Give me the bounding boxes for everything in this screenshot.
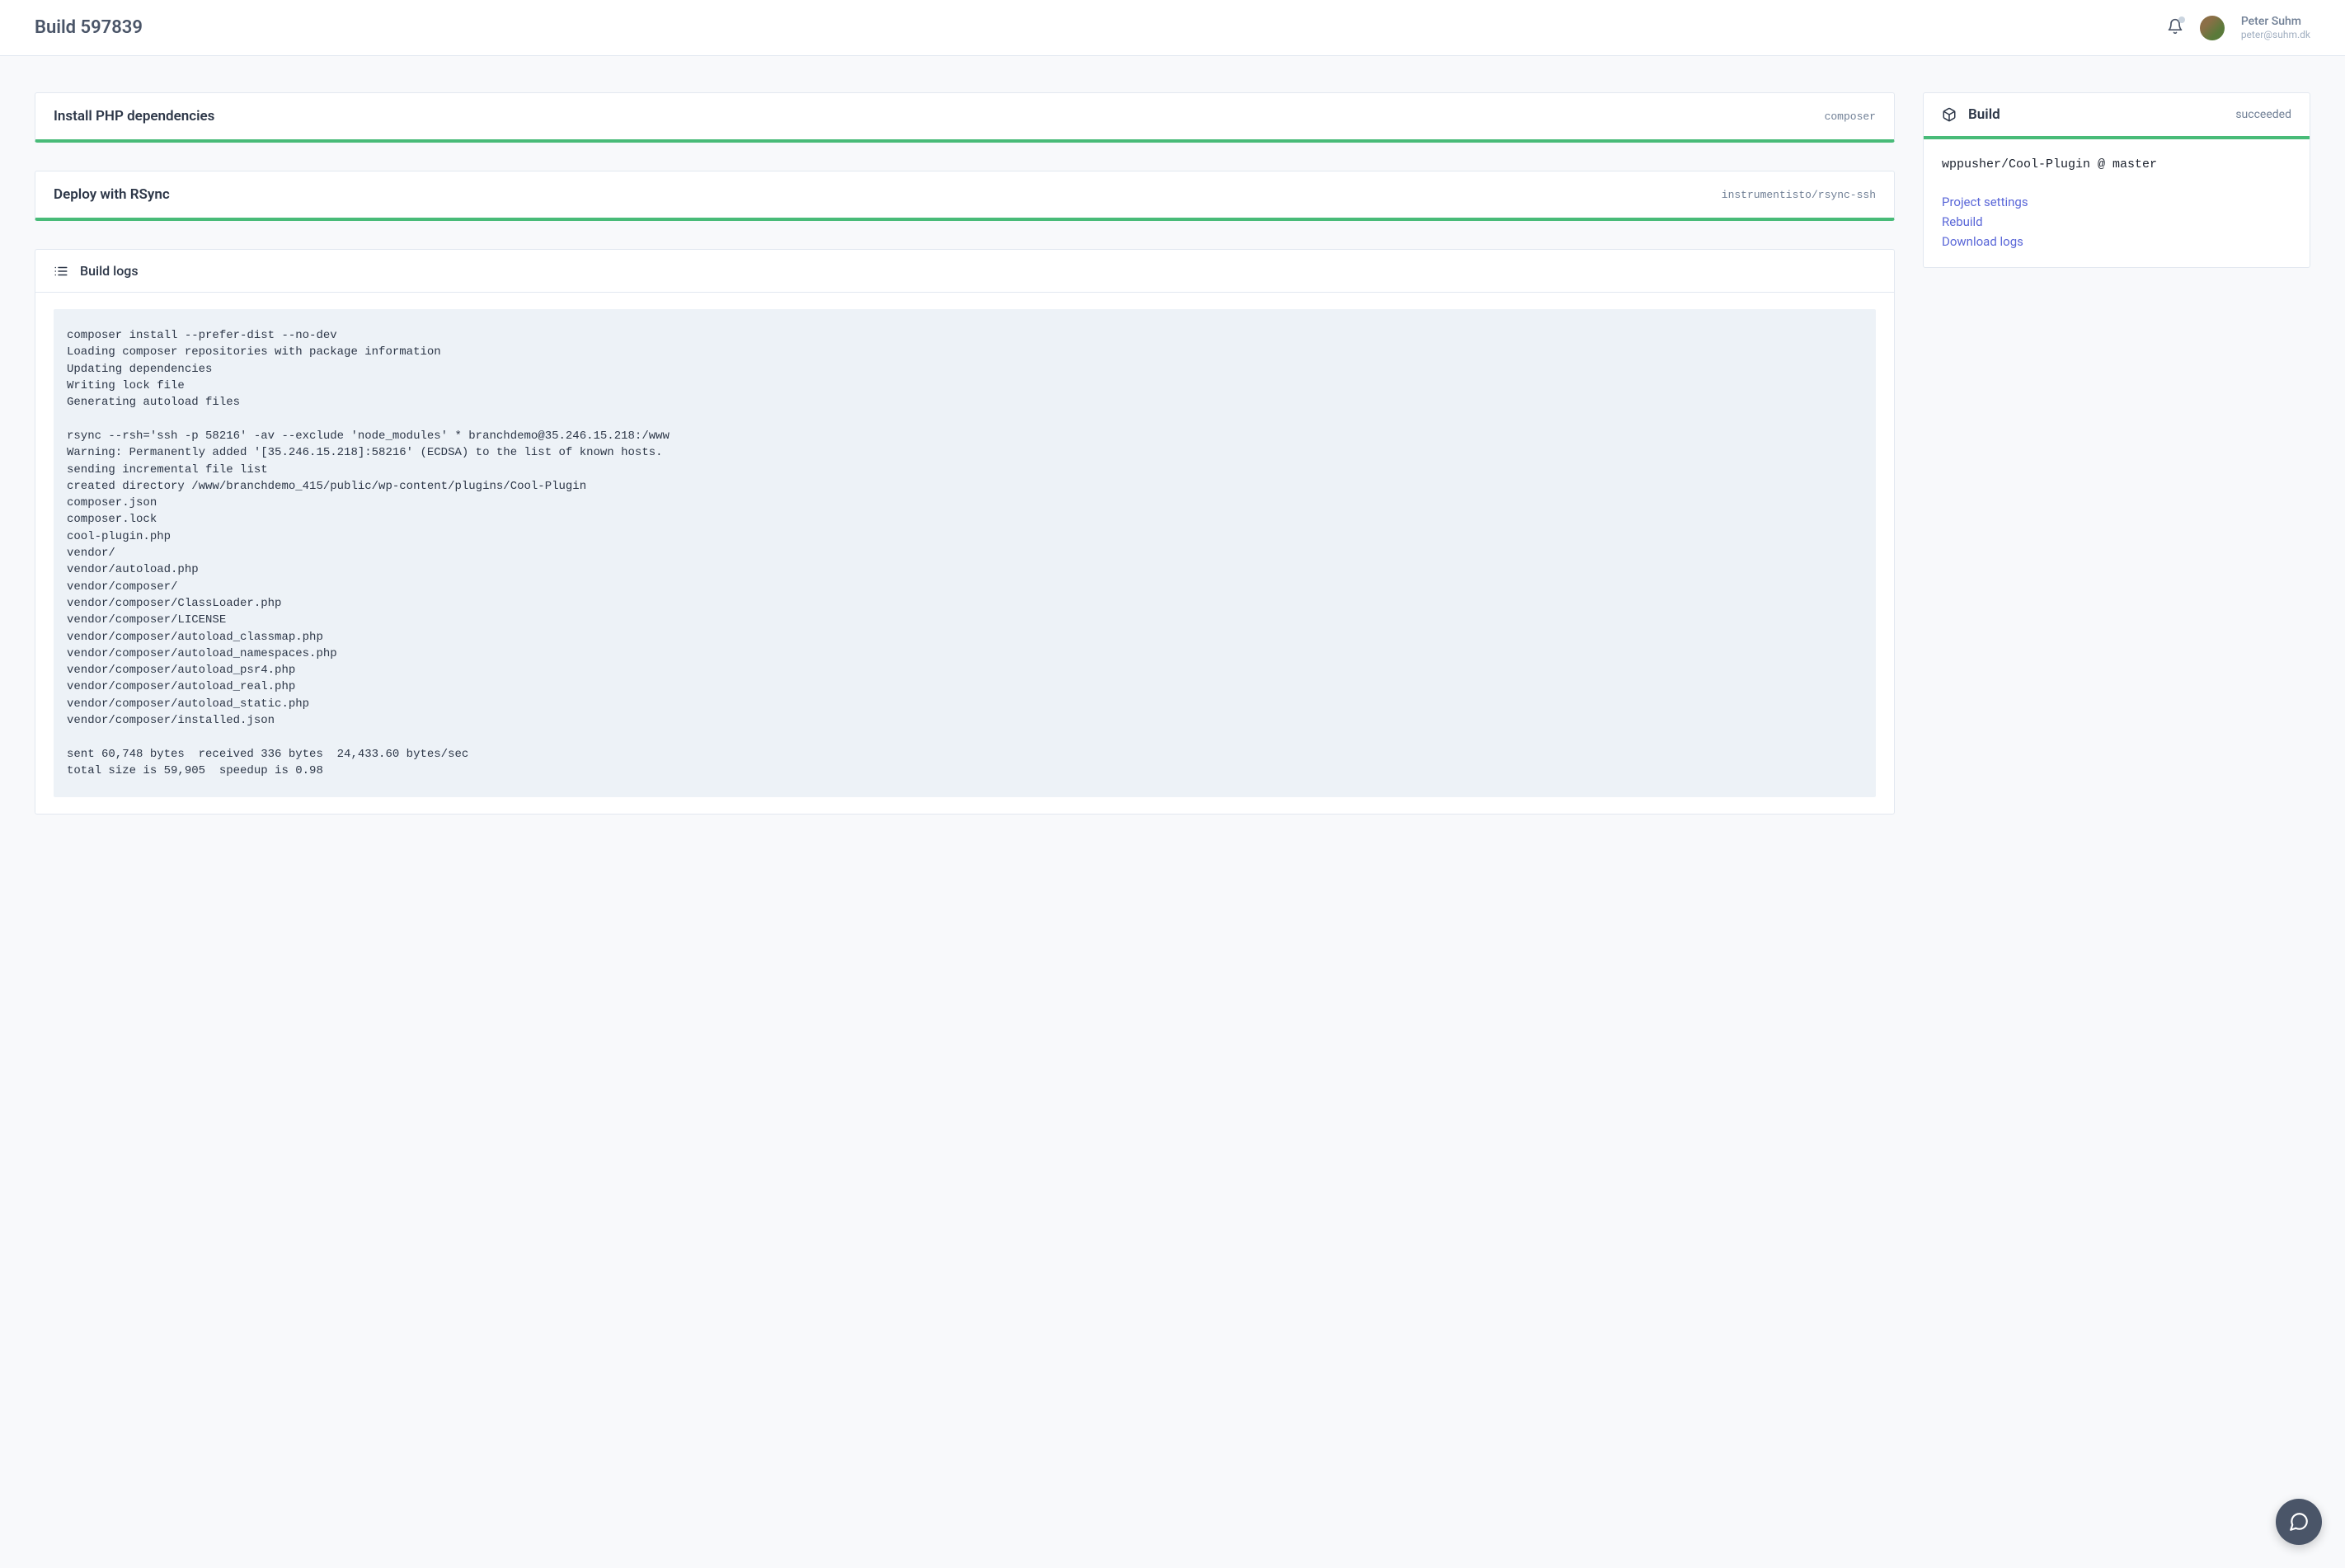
sidebar: Build succeeded wppusher/Cool-Plugin @ m… bbox=[1923, 92, 2310, 268]
build-summary-body: wppusher/Cool-Plugin @ master Project se… bbox=[1924, 139, 2310, 267]
page-title: Build 597839 bbox=[35, 17, 143, 38]
step-title: Install PHP dependencies bbox=[54, 108, 214, 124]
help-fab[interactable] bbox=[2276, 1499, 2322, 1545]
build-status: succeeded bbox=[2235, 108, 2291, 121]
build-panel-title: Build bbox=[1968, 106, 2000, 123]
link-project-settings[interactable]: Project settings bbox=[1942, 195, 2291, 209]
build-summary-header: Build succeeded bbox=[1924, 93, 2310, 139]
build-summary-card: Build succeeded wppusher/Cool-Plugin @ m… bbox=[1923, 92, 2310, 268]
build-links: Project settings Rebuild Download logs bbox=[1942, 195, 2291, 249]
link-rebuild[interactable]: Rebuild bbox=[1942, 214, 2291, 229]
app-header: Build 597839 Peter Suhm peter@suhm.dk bbox=[0, 0, 2345, 56]
step-badge: composer bbox=[1825, 110, 1876, 123]
step-header: Deploy with RSync instrumentisto/rsync-s… bbox=[35, 171, 1894, 218]
list-icon bbox=[54, 264, 68, 279]
log-output[interactable]: composer install --prefer-dist --no-dev … bbox=[54, 309, 1876, 797]
notifications-button[interactable] bbox=[2167, 18, 2183, 38]
avatar[interactable] bbox=[2200, 16, 2225, 40]
link-download-logs[interactable]: Download logs bbox=[1942, 234, 2291, 249]
logs-body: composer install --prefer-dist --no-dev … bbox=[35, 293, 1894, 814]
step-title: Deploy with RSync bbox=[54, 186, 170, 203]
chat-icon bbox=[2288, 1511, 2310, 1533]
step-card-deploy-rsync[interactable]: Deploy with RSync instrumentisto/rsync-s… bbox=[35, 171, 1895, 221]
step-badge: instrumentisto/rsync-ssh bbox=[1722, 189, 1876, 201]
user-info[interactable]: Peter Suhm peter@suhm.dk bbox=[2241, 15, 2310, 40]
step-header: Install PHP dependencies composer bbox=[35, 93, 1894, 139]
build-logs-card: Build logs composer install --prefer-dis… bbox=[35, 249, 1895, 815]
repo-line: wppusher/Cool-Plugin @ master bbox=[1942, 157, 2291, 171]
logs-header: Build logs bbox=[35, 250, 1894, 293]
cube-icon bbox=[1942, 107, 1957, 122]
user-name: Peter Suhm bbox=[2241, 15, 2310, 29]
user-email: peter@suhm.dk bbox=[2241, 29, 2310, 40]
notification-dot-icon bbox=[2178, 16, 2185, 23]
build-title-wrap: Build bbox=[1942, 106, 2000, 123]
logs-title: Build logs bbox=[80, 263, 139, 279]
header-user-area: Peter Suhm peter@suhm.dk bbox=[2167, 15, 2310, 40]
step-card-install-php[interactable]: Install PHP dependencies composer bbox=[35, 92, 1895, 143]
main-column: Install PHP dependencies composer Deploy… bbox=[35, 92, 1895, 815]
main-container: Install PHP dependencies composer Deploy… bbox=[0, 56, 2345, 851]
